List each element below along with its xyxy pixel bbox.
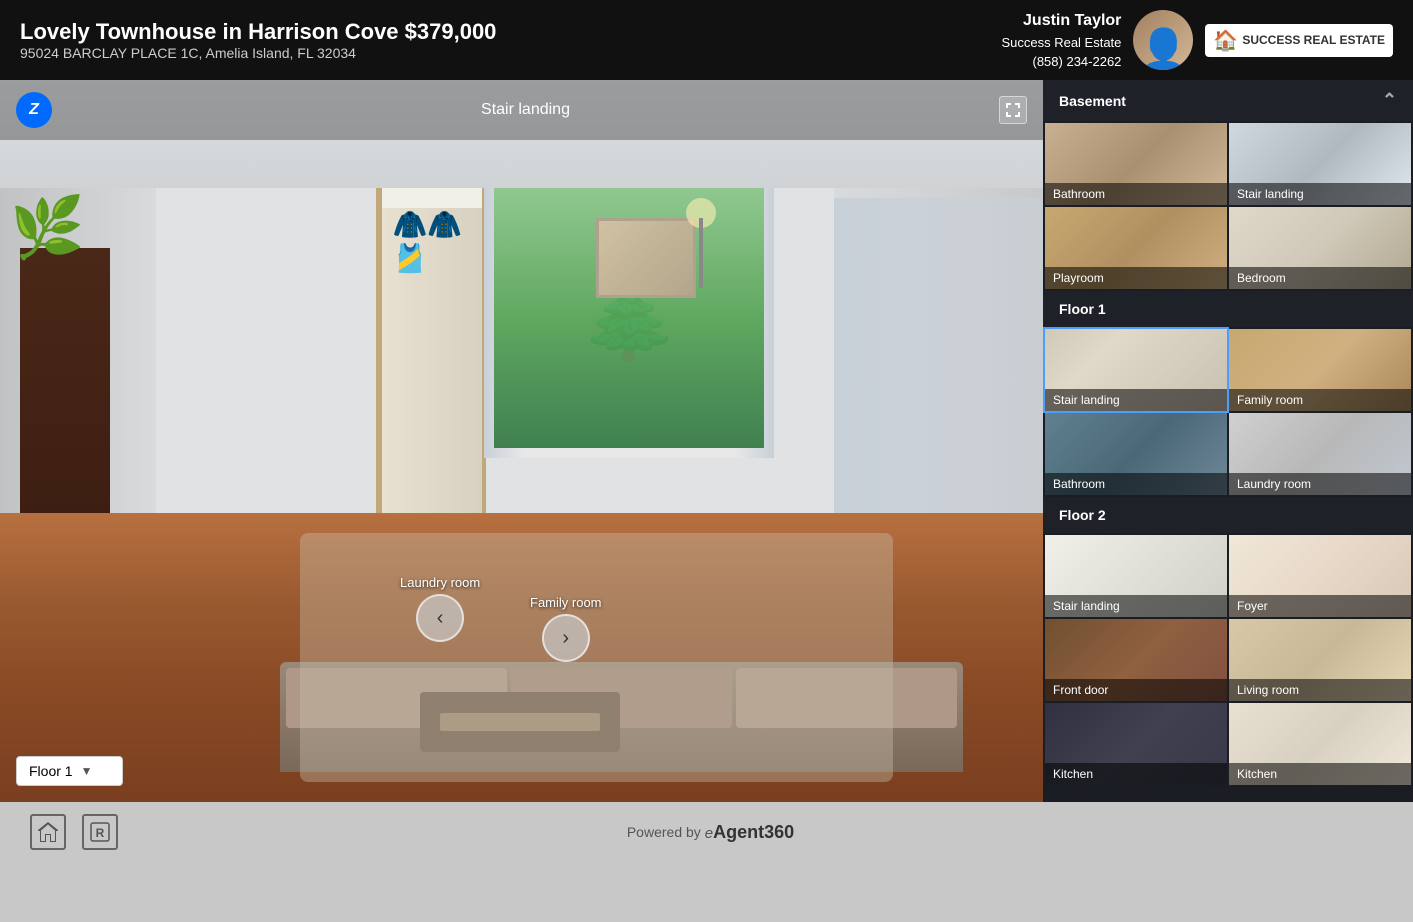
room-thumb-playroom-label: Playroom	[1045, 267, 1227, 289]
room-thumb-kitchen-f2a[interactable]: Kitchen	[1045, 703, 1227, 785]
section-floor1-grid: Stair landing Family room Bathroom Laund…	[1043, 327, 1413, 497]
room-thumb-stairlanding-b[interactable]: Stair landing	[1229, 123, 1411, 205]
room-thumb-bathroom-f1-label: Bathroom	[1045, 473, 1227, 495]
room-thumb-stairlanding-f2[interactable]: Stair landing	[1045, 535, 1227, 617]
room-thumb-bathroom-f1[interactable]: Bathroom	[1045, 413, 1227, 495]
hotspot-laundry-circle[interactable]: ‹	[416, 594, 464, 642]
pano-wall-right	[834, 188, 1043, 513]
room-thumb-laundryroom-f1-label: Laundry room	[1229, 473, 1411, 495]
agent-info: Justin Taylor Success Real Estate (858) …	[1001, 9, 1121, 72]
brand-logo: 🏠 SUCCESS REAL ESTATE	[1205, 24, 1393, 57]
realtor-icon: R	[82, 814, 118, 850]
floor-dropdown-value: Floor 1	[29, 763, 73, 779]
equal-housing-icon	[30, 814, 66, 850]
agent-photo: 👤	[1133, 10, 1193, 70]
fullscreen-button[interactable]	[999, 96, 1027, 124]
agent-name: Justin Taylor	[1001, 9, 1121, 33]
room-thumb-kitchen-f2b[interactable]: Kitchen	[1229, 703, 1411, 785]
property-address: 95024 BARCLAY PLACE 1C, Amelia Island, F…	[20, 45, 496, 61]
pano-wall-center: 🧥🧥🎽 🌲	[156, 188, 834, 513]
footer: R Powered by eAgent360	[0, 802, 1413, 862]
current-room-label: Stair landing	[481, 101, 570, 119]
header-right: Justin Taylor Success Real Estate (858) …	[1001, 9, 1393, 72]
hotspot-family-room[interactable]: Family room ›	[530, 595, 602, 662]
room-thumb-bathroom-b-label: Bathroom	[1045, 183, 1227, 205]
room-thumb-familyroom-f1-label: Family room	[1229, 389, 1411, 411]
hotspot-family-label: Family room	[530, 595, 602, 610]
room-thumb-stairlanding-b-label: Stair landing	[1229, 183, 1411, 205]
panorama-viewer[interactable]: 🌿 🧥🧥🎽 🌲	[0, 80, 1043, 802]
section-floor2-label: Floor 2	[1059, 507, 1106, 523]
room-thumb-laundryroom-f1[interactable]: Laundry room	[1229, 413, 1411, 495]
room-thumb-kitchen-f2b-label: Kitchen	[1229, 763, 1411, 785]
section-floor1-header[interactable]: Floor 1	[1043, 291, 1413, 327]
section-basement: Basement ⌃ Bathroom Stair landing Playro…	[1043, 80, 1413, 291]
header: Lovely Townhouse in Harrison Cove $379,0…	[0, 0, 1413, 80]
scroll-down-icon: ⌄	[1221, 795, 1234, 802]
section-floor2: Floor 2 Stair landing Foyer Front door	[1043, 497, 1413, 802]
room-thumb-livingroom-f2[interactable]: Living room	[1229, 619, 1411, 701]
section-floor2-header[interactable]: Floor 2	[1043, 497, 1413, 533]
room-thumb-bathroom-b[interactable]: Bathroom	[1045, 123, 1227, 205]
floor-selector[interactable]: Floor 1 ▼	[16, 756, 123, 786]
room-thumb-stairlanding-f1-label: Stair landing	[1045, 389, 1227, 411]
pano-floor	[0, 513, 1043, 802]
room-thumb-familyroom-f1[interactable]: Family room	[1229, 329, 1411, 411]
hotspot-laundry-room[interactable]: Laundry room ‹	[400, 575, 480, 642]
main-area: 🌿 🧥🧥🎽 🌲	[0, 80, 1413, 802]
room-thumb-kitchen-f2a-label: Kitchen	[1045, 763, 1227, 785]
section-floor1: Floor 1 Stair landing Family room Bathro…	[1043, 291, 1413, 497]
room-thumb-stairlanding-f1[interactable]: Stair landing	[1045, 329, 1227, 411]
hotspot-family-circle[interactable]: ›	[542, 614, 590, 662]
pano-wall-left: 🌿	[0, 188, 156, 513]
room-thumb-frontdoor-f2-label: Front door	[1045, 679, 1227, 701]
agent-phone: (858) 234-2262	[1001, 52, 1121, 72]
pano-walls: 🌿 🧥🧥🎽 🌲	[0, 188, 1043, 513]
section-basement-grid: Bathroom Stair landing Playroom Bedroom	[1043, 121, 1413, 291]
footer-brand-name: eAgent360	[705, 822, 794, 843]
hotspot-laundry-label: Laundry room	[400, 575, 480, 590]
floor-dropdown[interactable]: Floor 1 ▼	[16, 756, 123, 786]
section-basement-label: Basement	[1059, 93, 1126, 109]
section-basement-toggle-icon[interactable]: ⌃	[1382, 90, 1397, 111]
agent-company: Success Real Estate	[1001, 33, 1121, 53]
property-title: Lovely Townhouse in Harrison Cove $379,0…	[20, 19, 496, 45]
room-thumb-frontdoor-f2[interactable]: Front door	[1045, 619, 1227, 701]
room-thumb-bedroom-b[interactable]: Bedroom	[1229, 207, 1411, 289]
right-panel: Basement ⌃ Bathroom Stair landing Playro…	[1043, 80, 1413, 802]
brand-icon: 🏠	[1213, 28, 1238, 53]
room-thumb-bedroom-b-label: Bedroom	[1229, 267, 1411, 289]
hotspot-family-arrow-icon: ›	[562, 627, 569, 650]
section-floor1-label: Floor 1	[1059, 301, 1106, 317]
brand-italic: e	[705, 825, 713, 842]
footer-icons: R	[30, 814, 118, 850]
room-thumb-stairlanding-f2-label: Stair landing	[1045, 595, 1227, 617]
brand-bold: Agent360	[713, 822, 794, 842]
hotspot-laundry-arrow-icon: ‹	[437, 607, 444, 630]
panorama-top-bar: Z Stair landing	[0, 80, 1043, 140]
room-thumb-foyer-f2-label: Foyer	[1229, 595, 1411, 617]
powered-by-text: Powered by	[627, 824, 701, 840]
svg-text:R: R	[96, 826, 105, 840]
room-thumb-foyer-f2[interactable]: Foyer	[1229, 535, 1411, 617]
room-thumb-livingroom-f2-label: Living room	[1229, 679, 1411, 701]
footer-powered-by: Powered by eAgent360	[627, 822, 794, 843]
brand-text: SUCCESS REAL ESTATE	[1242, 33, 1385, 47]
header-left: Lovely Townhouse in Harrison Cove $379,0…	[20, 19, 496, 61]
section-floor2-grid: Stair landing Foyer Front door Living ro…	[1043, 533, 1413, 787]
zillow-icon[interactable]: Z	[16, 92, 52, 128]
section-basement-header[interactable]: Basement ⌃	[1043, 80, 1413, 121]
room-thumb-playroom[interactable]: Playroom	[1045, 207, 1227, 289]
floor-dropdown-arrow-icon: ▼	[81, 764, 93, 778]
scroll-down-indicator[interactable]: ⌄	[1043, 787, 1413, 802]
panorama-scene: 🌿 🧥🧥🎽 🌲	[0, 80, 1043, 802]
